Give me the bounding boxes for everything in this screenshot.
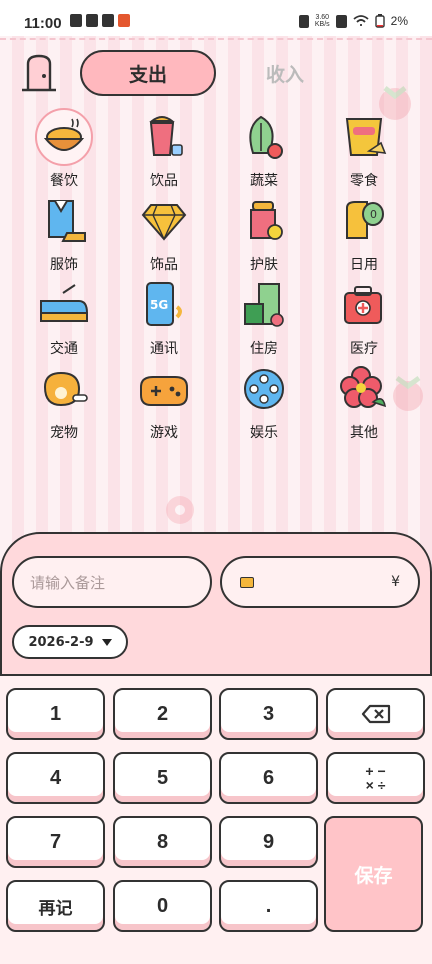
category-housing[interactable]: 住房 xyxy=(214,276,314,360)
tissue-roll-icon: 0 xyxy=(346,201,384,239)
key-3[interactable]: 3 xyxy=(219,688,318,740)
category-vegetable[interactable]: 蔬菜 xyxy=(214,108,314,192)
vegetable-icon xyxy=(249,115,283,159)
category-label: 宠物 xyxy=(50,425,78,441)
status-right: 3.60 KB/s 2% xyxy=(298,14,408,28)
notification-icons xyxy=(70,14,130,27)
backspace-icon xyxy=(361,704,390,724)
backspace-button[interactable] xyxy=(326,688,425,740)
record-again-button[interactable]: 再记 xyxy=(6,880,105,932)
note-placeholder: 请输入备注 xyxy=(30,573,106,592)
key-5[interactable]: 5 xyxy=(113,752,212,804)
app-notification-icon xyxy=(118,14,130,27)
category-food[interactable]: 餐饮 xyxy=(14,108,114,192)
category-other[interactable]: 其他 xyxy=(314,360,414,444)
door-exit-icon[interactable] xyxy=(20,54,58,92)
status-time: 11:00 xyxy=(24,15,62,32)
key-8[interactable]: 8 xyxy=(113,816,212,868)
sim-off-icon xyxy=(335,14,347,28)
category-label: 医疗 xyxy=(350,341,378,357)
food-bowl-icon xyxy=(43,118,85,151)
operators-icon: + − × ÷ xyxy=(365,763,386,793)
category-skincare[interactable]: 护肤 xyxy=(214,192,314,276)
save-button[interactable]: 保存 xyxy=(324,816,423,932)
medical-kit-icon xyxy=(344,286,382,324)
category-game[interactable]: 游戏 xyxy=(114,360,214,444)
diamond-icon xyxy=(141,204,187,241)
key-6[interactable]: 6 xyxy=(219,752,318,804)
flower-icon xyxy=(340,366,387,408)
svg-text:0: 0 xyxy=(370,208,377,221)
key-0[interactable]: 0 xyxy=(113,880,212,932)
category-label: 通讯 xyxy=(150,341,178,357)
chevron-down-icon xyxy=(101,638,112,646)
category-label: 娱乐 xyxy=(250,425,278,441)
keypad: 1 2 3 4 5 6 + − × ÷ 7 8 9 保存 再记 0 . xyxy=(0,674,432,964)
key-9[interactable]: 9 xyxy=(219,816,318,868)
key-1[interactable]: 1 xyxy=(6,688,105,740)
category-pet[interactable]: 宠物 xyxy=(14,360,114,444)
key-dot[interactable]: . xyxy=(219,880,318,932)
category-label: 交通 xyxy=(50,341,78,357)
vibrate-icon xyxy=(298,14,309,28)
tiktok-icon xyxy=(86,14,98,27)
category-label: 零食 xyxy=(350,173,378,189)
snack-bag-icon xyxy=(345,118,387,156)
category-entertainment[interactable]: 娱乐 xyxy=(214,360,314,444)
flower-decoration-icon xyxy=(166,496,194,524)
category-label: 饰品 xyxy=(150,257,178,273)
battery-icon xyxy=(374,14,385,28)
gamepad-icon xyxy=(140,376,188,406)
amount-input[interactable]: ¥ xyxy=(220,556,420,608)
category-label: 饮品 xyxy=(150,173,178,189)
tab-income[interactable]: 收入 xyxy=(240,50,330,96)
status-bar: 11:00 3.60 KB/s 2% xyxy=(0,0,432,36)
key-7[interactable]: 7 xyxy=(6,816,105,868)
tab-expense[interactable]: 支出 xyxy=(80,50,216,96)
svg-text:5G: 5G xyxy=(150,298,168,312)
building-icon xyxy=(244,283,284,327)
category-transport[interactable]: 交通 xyxy=(14,276,114,360)
mail-icon xyxy=(102,14,114,27)
date-picker[interactable]: 2026-2-9 xyxy=(12,625,128,659)
operator-button[interactable]: + − × ÷ xyxy=(326,752,425,804)
note-input[interactable]: 请输入备注 xyxy=(12,556,212,608)
wallet-icon xyxy=(240,576,254,588)
phone-5g-icon: 5G xyxy=(146,282,182,326)
key-2[interactable]: 2 xyxy=(113,688,212,740)
battery-percent: 2% xyxy=(390,14,408,28)
category-label: 护肤 xyxy=(250,257,278,273)
divider xyxy=(0,38,432,40)
clothes-icon xyxy=(48,200,86,242)
category-snack[interactable]: 零食 xyxy=(314,108,414,192)
category-label: 蔬菜 xyxy=(250,173,278,189)
skincare-icon xyxy=(250,201,283,240)
drink-cup-icon xyxy=(149,116,183,156)
category-label: 住房 xyxy=(250,341,278,357)
train-icon xyxy=(40,284,89,322)
category-label: 服饰 xyxy=(50,257,78,273)
sim-icon xyxy=(70,14,82,27)
category-label: 日用 xyxy=(350,257,378,273)
category-clothes[interactable]: 服饰 xyxy=(14,192,114,276)
category-drink[interactable]: 饮品 xyxy=(114,108,214,192)
category-daily[interactable]: 0 日用 xyxy=(314,192,414,276)
date-value: 2026-2-9 xyxy=(28,634,94,650)
category-label: 游戏 xyxy=(150,425,178,441)
film-reel-icon xyxy=(244,369,284,409)
category-label: 其他 xyxy=(350,425,378,441)
network-speed: 3.60 KB/s xyxy=(314,14,330,28)
category-label: 餐饮 xyxy=(50,173,78,189)
currency-symbol: ¥ xyxy=(391,574,400,590)
category-medical[interactable]: 医疗 xyxy=(314,276,414,360)
wifi-icon xyxy=(353,15,369,26)
key-4[interactable]: 4 xyxy=(6,752,105,804)
category-telecom[interactable]: 5G 通讯 xyxy=(114,276,214,360)
paw-icon xyxy=(43,371,88,407)
category-jewelry[interactable]: 饰品 xyxy=(114,192,214,276)
